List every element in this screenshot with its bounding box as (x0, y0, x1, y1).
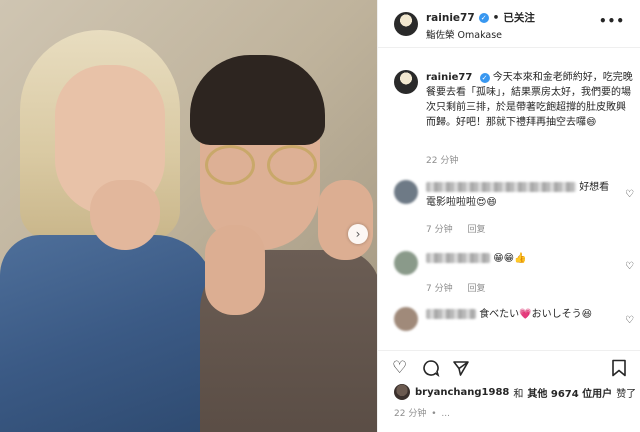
comment-avatar[interactable] (394, 307, 418, 331)
caption-username[interactable]: rainie77 (426, 72, 472, 83)
likes-and: 和 (513, 388, 524, 400)
post-footer-time: 22 分钟 • ... (394, 406, 450, 419)
header-user-row: rainie77 ✓ • 已关注 (426, 10, 535, 25)
heart-icon[interactable]: ♡ (625, 315, 634, 326)
heart-icon[interactable]: ♡ (625, 261, 634, 272)
action-bar: ♡ (378, 350, 640, 384)
post-photo[interactable]: › (0, 0, 377, 432)
blurred-username (426, 309, 476, 319)
reply-button[interactable]: 回复 (467, 284, 485, 294)
chevron-right-icon[interactable]: › (348, 224, 368, 244)
photo-hand-woman (90, 180, 160, 250)
blurred-username (426, 182, 576, 192)
liker-username[interactable]: bryanchang1988 (415, 387, 509, 398)
comment-time: 7 分钟 (426, 225, 453, 235)
caption-avatar[interactable] (394, 70, 418, 94)
comment-meta: 7 分钟 回复 (426, 222, 497, 235)
post-header: rainie77 ✓ • 已关注 鮨佐榮 Omakase ••• (378, 0, 640, 48)
post-viewer: › rainie77 ✓ • 已关注 鮨佐榮 Omakase ••• raini… (0, 0, 640, 432)
bookmark-icon[interactable] (611, 359, 627, 381)
location-link[interactable]: 鮨佐榮 Omakase (426, 27, 502, 41)
comment-text-block: 好想看電影啦啦啦😍😄 (426, 180, 616, 210)
photo-hand-man-left (205, 225, 265, 315)
separator-dot: • (492, 11, 500, 24)
more-options-icon[interactable]: ••• (599, 14, 625, 28)
likes-row: bryanchang1988 和 其他 9674 位用户 赞了 (394, 384, 636, 400)
likes-suffix: 赞了 (616, 388, 637, 400)
comment-text-block: 食べたい💗おいしそう😆 (426, 307, 616, 322)
liker-avatar[interactable] (394, 384, 410, 400)
comment-icon[interactable] (422, 359, 440, 381)
comment-avatar[interactable] (394, 180, 418, 204)
footer-more[interactable]: ... (441, 409, 450, 419)
caption-time: 22 分钟 (426, 156, 459, 166)
share-icon[interactable] (452, 359, 470, 381)
verified-badge-icon: ✓ (479, 73, 490, 83)
heart-icon[interactable]: ♡ (625, 189, 634, 200)
comment-text: 食べたい💗おいしそう😆 (479, 309, 593, 320)
verified-badge-icon: ✓ (478, 12, 489, 23)
comment-meta: 7 分钟 回复 (426, 281, 497, 294)
photo-glasses (205, 145, 325, 185)
avatar[interactable] (394, 12, 418, 36)
comment-time: 7 分钟 (426, 284, 453, 294)
post-panel: rainie77 ✓ • 已关注 鮨佐榮 Omakase ••• rainie7… (377, 0, 640, 432)
comment-avatar[interactable] (394, 251, 418, 275)
comment-text-block: 😁😁👍 (426, 251, 616, 266)
follow-status-button[interactable]: 已关注 (503, 10, 535, 25)
blurred-username (426, 253, 490, 263)
post-time: 22 分钟 (394, 409, 427, 419)
caption-text-block: rainie77 ✓ 今天本來和金老師約好，吃完晚餐要去看「孤味」，結果票房太好… (426, 70, 634, 130)
photo-hand-man-right (318, 180, 373, 260)
separator-dot: • (431, 409, 437, 419)
likes-others-link[interactable]: 其他 9674 位用户 (527, 385, 612, 400)
photo-hair-man (190, 55, 325, 145)
header-username[interactable]: rainie77 (426, 12, 475, 24)
comment-text: 😁😁👍 (493, 253, 527, 264)
photo-denim-jacket (0, 235, 215, 432)
heart-icon[interactable]: ♡ (392, 359, 407, 377)
reply-button[interactable]: 回复 (467, 225, 485, 235)
